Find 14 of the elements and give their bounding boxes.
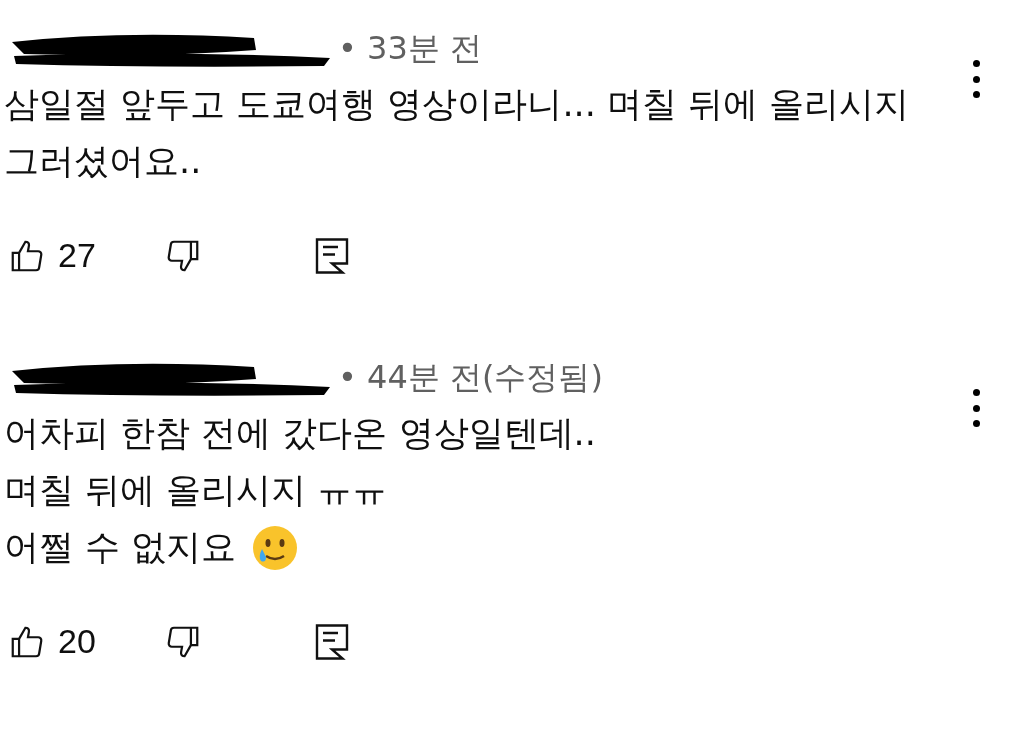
- comment-text: 그러셨어요..: [4, 140, 202, 184]
- comment-time: • 44분 전(수정됨): [338, 357, 603, 398]
- reply-button[interactable]: [313, 235, 350, 276]
- emoji-icon: [252, 524, 299, 571]
- comment-text: 삼일절 앞두고 도쿄여행 영상이라니... 며칠 뒤에 올리시지: [4, 83, 910, 127]
- comment-time: • 33분 전: [338, 28, 482, 69]
- comment-text: 어쩔 수 없지요: [4, 526, 237, 570]
- comment-icon: [313, 235, 350, 276]
- reply-button[interactable]: [313, 621, 350, 662]
- like-button[interactable]: 27: [8, 230, 96, 281]
- comment-text: 며칠 뒤에 올리시지 ㅠㅠ: [4, 469, 388, 513]
- comment-icon: [313, 621, 350, 662]
- like-button[interactable]: 20: [8, 616, 96, 667]
- comment-text: 어차피 한참 전에 갔다온 영상일텐데..: [4, 412, 596, 456]
